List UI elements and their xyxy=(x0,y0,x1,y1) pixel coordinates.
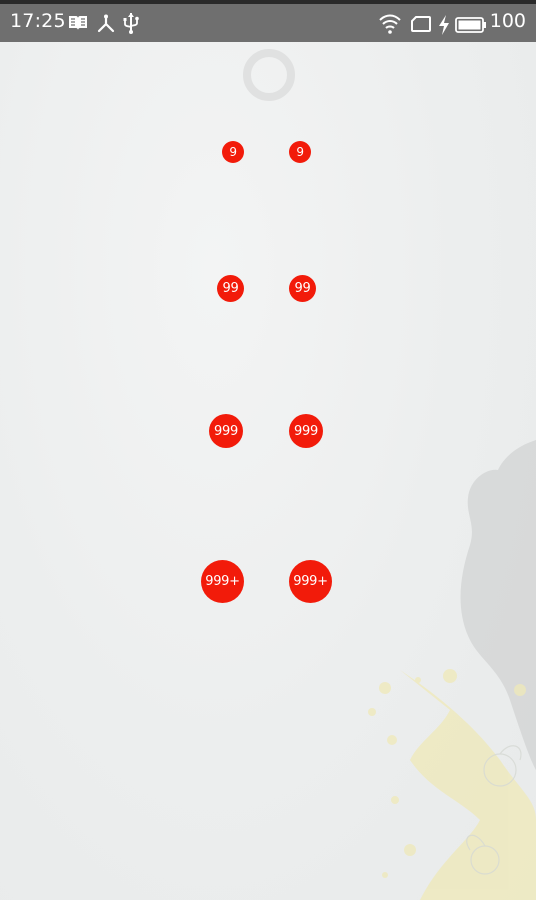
sim-card-icon xyxy=(411,16,431,32)
status-time: 17:25 xyxy=(10,10,66,32)
wallpaper-art xyxy=(368,440,536,900)
share-icon xyxy=(97,14,115,33)
usb-icon xyxy=(123,13,139,34)
wifi-icon xyxy=(379,14,401,34)
badge-row4-right: 999+ xyxy=(289,560,332,603)
badge-row3-right: 999 xyxy=(289,414,323,448)
badge-row1-left: 9 xyxy=(222,141,244,163)
battery-level: 100 xyxy=(489,10,526,32)
badge-row2-right: 99 xyxy=(289,275,316,302)
battery-icon xyxy=(455,17,486,33)
book-icon xyxy=(69,16,87,30)
charging-icon xyxy=(439,15,449,35)
badge-row3-left: 999 xyxy=(209,414,243,448)
badge-row4-left: 999+ xyxy=(201,560,244,603)
loading-spinner-icon xyxy=(243,49,295,101)
status-bar: 17:25 100 xyxy=(0,0,536,42)
badge-row1-right: 9 xyxy=(289,141,311,163)
badge-row2-left: 99 xyxy=(217,275,244,302)
wallpaper xyxy=(0,0,536,900)
